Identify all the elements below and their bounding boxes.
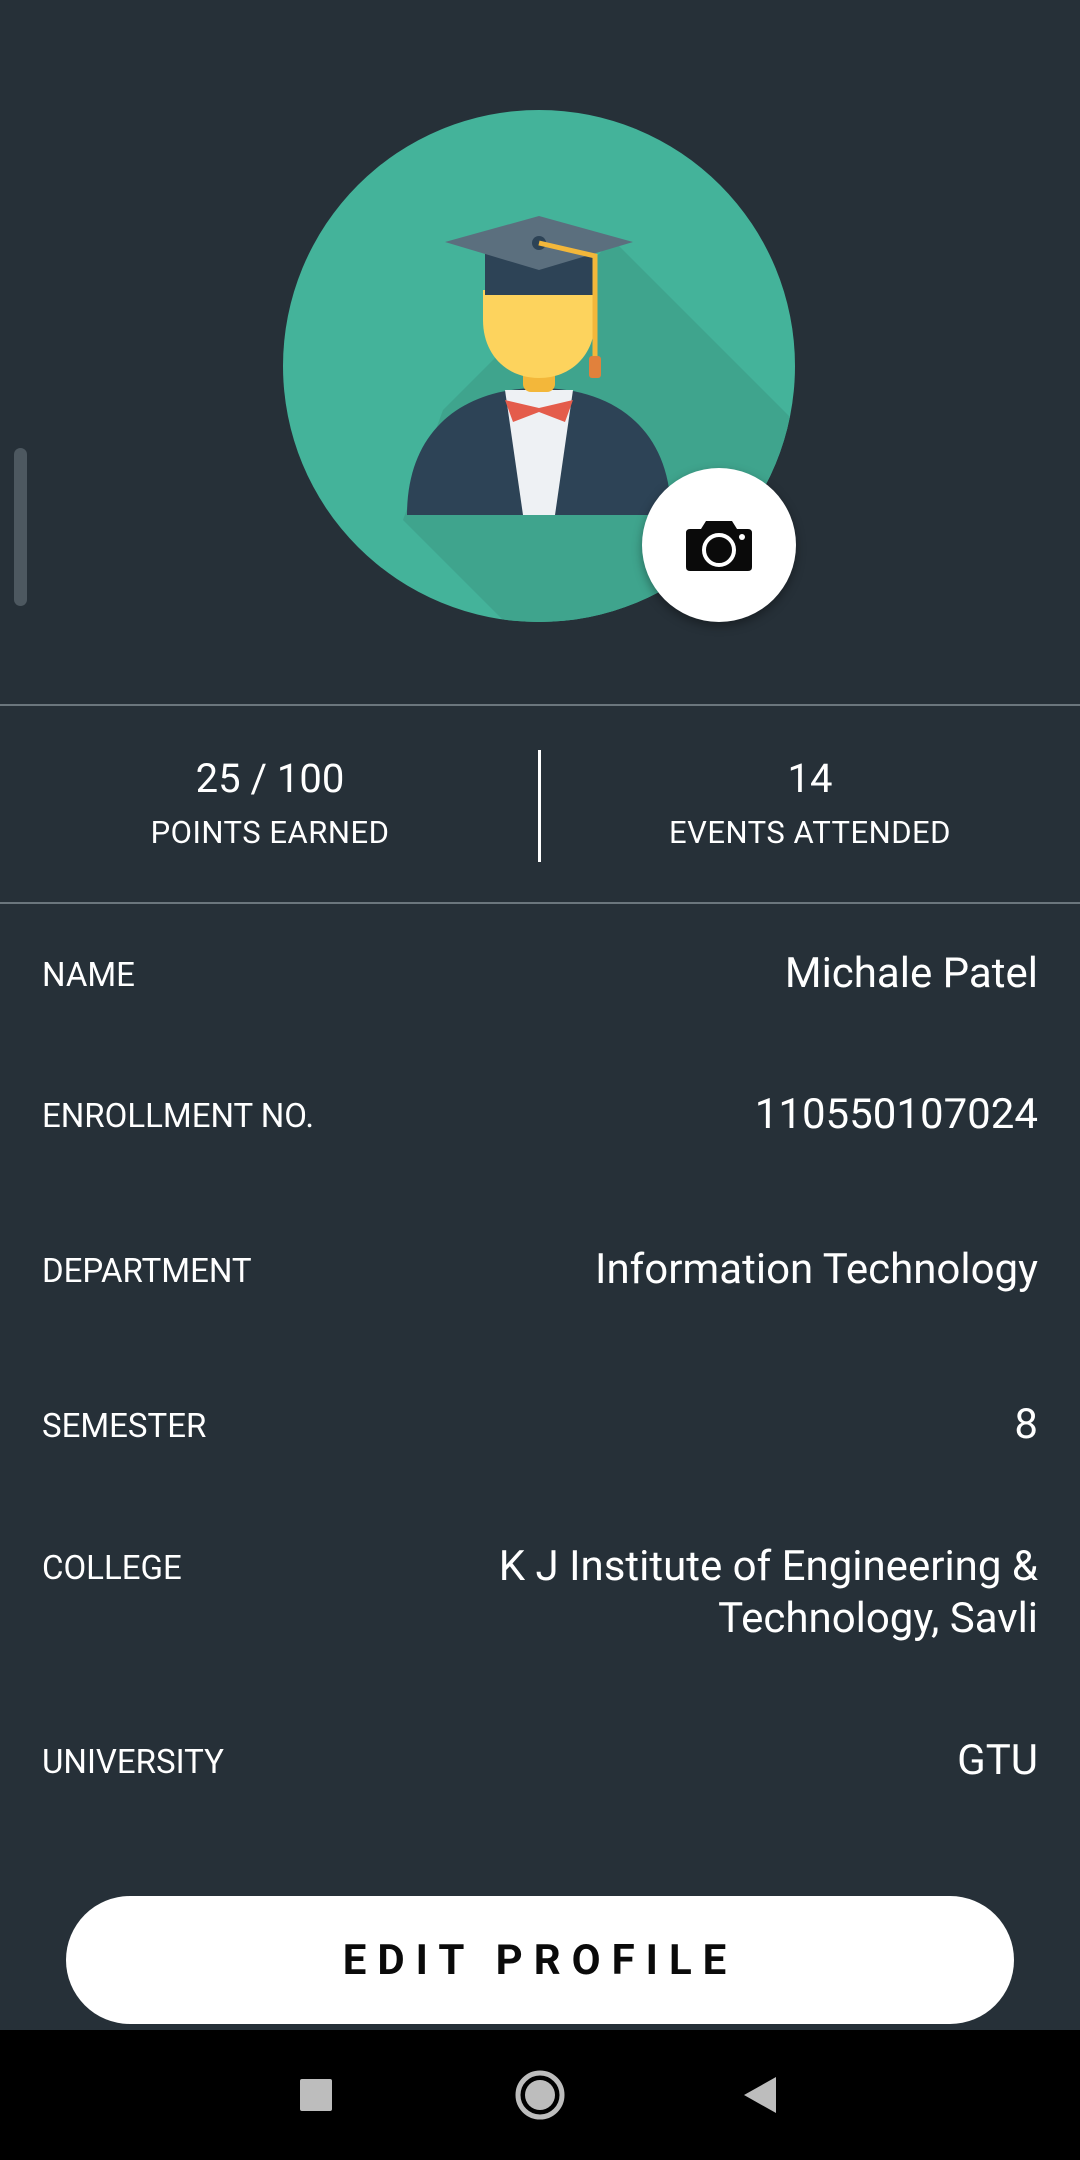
points-value: 25 / 100: [195, 755, 345, 802]
field-value: GTU: [957, 1736, 1038, 1785]
field-value: Michale Patel: [784, 949, 1038, 998]
change-photo-button[interactable]: [642, 468, 796, 622]
field-name: NAME Michale Patel: [42, 948, 1038, 1000]
stats-panel: 25 / 100 POINTS EARNED 14 EVENTS ATTENDE…: [0, 706, 1080, 902]
events-label: EVENTS ATTENDED: [668, 814, 952, 851]
field-university: UNIVERSITY GTU: [42, 1735, 1038, 1787]
field-value: K J Institute of Engineering & Technolog…: [498, 1542, 1038, 1643]
field-label: NAME: [42, 956, 135, 995]
events-stat: 14 EVENTS ATTENDED: [540, 706, 1080, 902]
field-value: 8: [1014, 1400, 1038, 1449]
field-department: DEPARTMENT Information Technology: [42, 1244, 1038, 1296]
points-label: POINTS EARNED: [150, 814, 390, 851]
recents-button[interactable]: [246, 2030, 386, 2160]
field-enrollment: ENROLLMENT NO. 110550107024: [42, 1089, 1038, 1141]
field-label: DEPARTMENT: [42, 1252, 252, 1291]
divider-bottom: [0, 902, 1080, 904]
field-value: 110550107024: [754, 1090, 1038, 1139]
field-semester: SEMESTER 8: [42, 1399, 1038, 1451]
field-label: COLLEGE: [42, 1549, 182, 1588]
events-value: 14: [787, 755, 833, 802]
triangle-back-icon: [744, 2077, 776, 2113]
camera-icon: [686, 521, 752, 571]
home-button[interactable]: [470, 2030, 610, 2160]
system-nav-bar: [0, 2030, 1080, 2160]
back-button[interactable]: [690, 2030, 830, 2160]
stats-separator: [538, 750, 541, 862]
field-label: UNIVERSITY: [42, 1743, 224, 1782]
points-stat: 25 / 100 POINTS EARNED: [0, 706, 540, 902]
field-label: ENROLLMENT NO.: [42, 1097, 315, 1136]
field-label: SEMESTER: [42, 1407, 207, 1446]
field-college: COLLEGE K J Institute of Engineering & T…: [42, 1541, 1038, 1645]
field-value: Information Technology: [595, 1245, 1038, 1294]
scroll-indicator[interactable]: [14, 448, 27, 606]
circle-icon: [515, 2070, 565, 2120]
square-icon: [300, 2079, 332, 2111]
edit-profile-button[interactable]: EDIT PROFILE: [66, 1896, 1014, 2024]
